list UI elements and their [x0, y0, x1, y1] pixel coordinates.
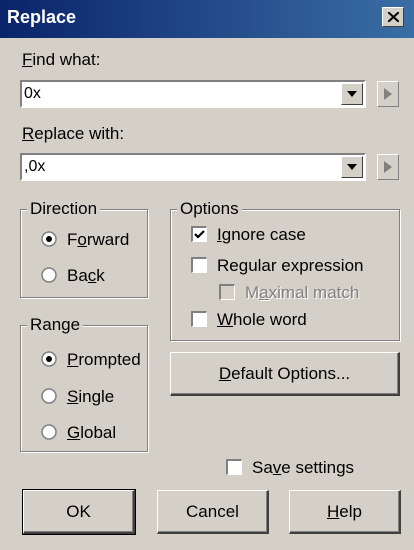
direction-group: Direction Forward Back: [20, 199, 148, 298]
ok-button[interactable]: OK: [22, 489, 136, 535]
save-settings-box: [226, 459, 242, 475]
radio-unselected-icon: [41, 267, 57, 283]
radio-unselected-icon: [41, 424, 57, 440]
maximal-match-label: Maximal match: [245, 283, 360, 302]
range-global-label: Global: [67, 423, 117, 442]
cancel-button[interactable]: Cancel: [157, 490, 269, 534]
replace-with-combobox[interactable]: ,0x: [20, 153, 366, 181]
dropdown-arrow-icon: [347, 91, 357, 97]
direction-back-label: Back: [67, 266, 105, 285]
close-button[interactable]: [382, 7, 404, 27]
replace-dialog: Replace Find what: 0x Replace with: ,0x …: [0, 0, 414, 550]
radio-unselected-icon: [41, 388, 57, 404]
ignore-case-label: Ignore case: [217, 225, 306, 244]
range-single-label: Single: [67, 387, 115, 406]
range-legend: Range: [27, 315, 84, 335]
radio-selected-icon: [41, 231, 57, 247]
checkmark-icon: [194, 230, 205, 239]
right-arrow-icon: [384, 161, 392, 173]
close-icon: [388, 12, 399, 22]
find-what-combobox[interactable]: 0x: [20, 80, 366, 108]
whole-word-label: Whole word: [217, 310, 307, 329]
dialog-title: Replace: [7, 7, 77, 27]
replace-with-label: Replace with:: [22, 124, 125, 143]
radio-selected-icon: [41, 351, 57, 367]
direction-forward-label: Forward: [67, 230, 130, 249]
regular-expression-label: Regular expression: [217, 256, 364, 275]
range-group: Range Prompted Single Global: [20, 315, 148, 452]
find-what-label: Find what:: [22, 50, 101, 69]
find-what-insert-button[interactable]: [377, 81, 399, 107]
options-legend: Options: [177, 199, 242, 219]
help-label: Help: [327, 502, 362, 521]
replace-with-insert-button[interactable]: [377, 154, 399, 180]
options-group: Options Ignore case Regular expression M…: [170, 199, 400, 341]
replace-with-label-text: eplace with:: [34, 124, 125, 143]
find-what-dropdown-button[interactable]: [341, 83, 363, 105]
replace-with-dropdown-button[interactable]: [341, 156, 363, 178]
ok-label: OK: [66, 502, 91, 521]
find-what-label-text: ind what:: [32, 50, 101, 69]
direction-legend: Direction: [27, 199, 101, 219]
whole-word-box: [191, 311, 207, 327]
maximal-match-box: [219, 284, 235, 300]
range-prompted-label: Prompted: [67, 350, 141, 369]
default-options-button[interactable]: Default Options...: [170, 352, 400, 396]
cancel-label: Cancel: [186, 502, 239, 521]
save-settings-label: Save settings: [252, 458, 355, 477]
find-what-value[interactable]: 0x: [24, 85, 41, 103]
default-options-label: Default Options...: [218, 364, 351, 383]
regular-expression-box: [191, 257, 207, 273]
help-button[interactable]: Help: [289, 490, 401, 534]
ignore-case-box: [191, 226, 207, 242]
right-arrow-icon: [384, 88, 392, 100]
title-bar[interactable]: Replace: [0, 0, 414, 38]
replace-with-value[interactable]: ,0x: [24, 158, 45, 176]
dropdown-arrow-icon: [347, 164, 357, 170]
